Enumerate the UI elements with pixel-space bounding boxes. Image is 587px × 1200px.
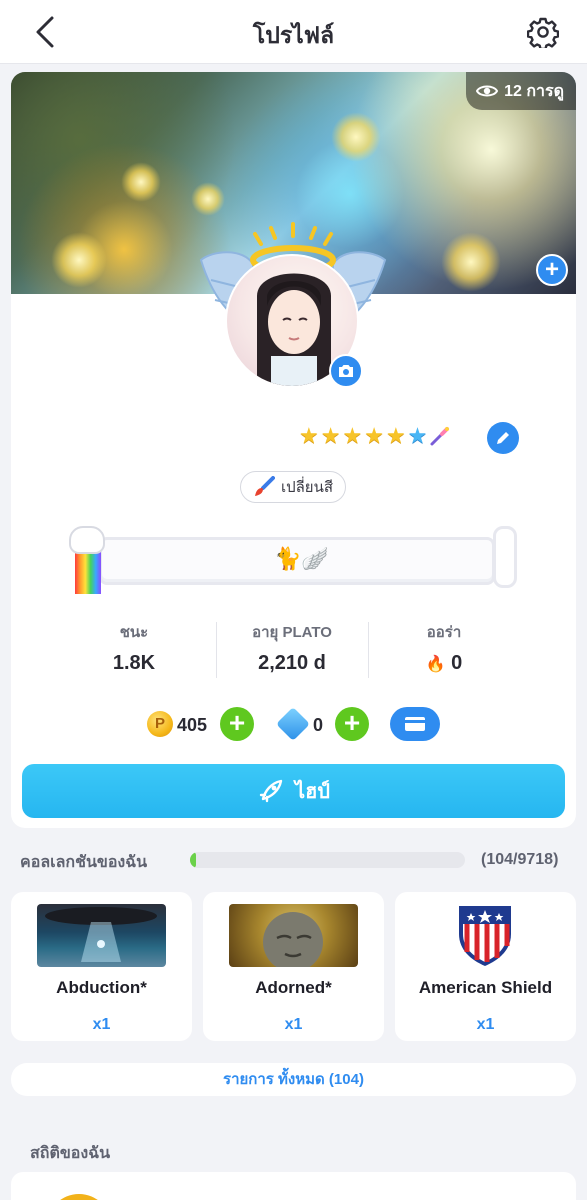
collection-title: คอลเลกชันของฉัน <box>20 854 148 871</box>
card-image-american-shield <box>459 906 511 966</box>
hype-label: ไฮป์ <box>295 781 330 803</box>
stat-label: อายุ PLATO <box>252 624 332 641</box>
rating-stars: ★ ★ ★ ★ ★ ★ <box>299 424 451 448</box>
collection-count: (104/9718) <box>481 851 559 868</box>
my-stats-card <box>11 1172 576 1200</box>
card-name: Adorned* <box>255 978 332 997</box>
edit-profile-button[interactable] <box>487 422 519 454</box>
collection-progress-fill <box>190 852 196 868</box>
nameplate-end-cap <box>493 526 517 588</box>
card-name: American Shield <box>418 978 553 997</box>
profile-stats: ชนะ 1.8K อายุ PLATO 2,210 d ออร่า 🔥 0 <box>11 620 576 680</box>
rainbow-decoration <box>75 548 101 594</box>
stats-avatar <box>47 1194 111 1200</box>
profile-card: 12 การดู + ★ ★ ★ ★ ★ ★ เปลี่ยนสี 🐈🪽 ชนะ … <box>11 72 576 828</box>
stat-aura: ออร่า 🔥 0 <box>369 620 519 675</box>
stat-plato-age: อายุ PLATO 2,210 d <box>217 620 367 675</box>
star-icon: ★ <box>320 423 341 448</box>
pencil-icon <box>497 432 509 444</box>
star-icon: ★ <box>385 423 406 448</box>
add-banner-button[interactable]: + <box>536 254 568 286</box>
buy-gems-button[interactable]: + <box>335 707 369 741</box>
avatar-frame <box>193 220 393 400</box>
star-icon: ★ <box>407 423 428 448</box>
views-count: 12 การดู <box>504 82 564 100</box>
banner-light <box>441 232 501 292</box>
card-image-adorned <box>229 904 358 972</box>
collection-progress-bar <box>190 852 465 868</box>
coin-balance: 405 <box>177 715 208 735</box>
star-icon: ★ <box>364 423 384 448</box>
buy-coins-button[interactable]: + <box>220 707 254 741</box>
paintbrush-icon <box>254 476 275 496</box>
my-stats-title: สถิติของฉัน <box>30 1145 111 1162</box>
card-quantity: x1 <box>92 1016 111 1033</box>
settings-button[interactable] <box>526 16 560 51</box>
wand-icon <box>430 427 450 446</box>
change-avatar-button[interactable] <box>329 354 363 388</box>
nameplate[interactable]: 🐈🪽 <box>69 522 519 598</box>
star-icon: ★ <box>299 423 319 448</box>
card-image-abduction <box>37 904 166 967</box>
banner-light <box>331 112 381 162</box>
nyan-cat-icon <box>69 526 105 554</box>
stat-label: ชนะ <box>119 624 149 641</box>
card-name: Abduction* <box>56 978 147 997</box>
page-title: โปรไฟล์ <box>252 22 335 48</box>
gem-icon <box>276 707 310 741</box>
coin-icon: P <box>147 711 173 737</box>
stat-value: 0 <box>451 652 463 674</box>
card-quantity: x1 <box>284 1016 303 1033</box>
gem-balance: 0 <box>313 715 324 735</box>
card-quantity: x1 <box>476 1016 495 1033</box>
stat-value-row: 🔥 0 <box>369 652 519 675</box>
camera-icon <box>339 365 353 377</box>
collection-card[interactable]: Adorned* x1 <box>203 892 384 1041</box>
rocket-icon <box>259 779 283 803</box>
change-color-button[interactable]: เปลี่ยนสี <box>240 471 346 503</box>
banner-light <box>51 232 107 288</box>
stat-value: 1.8K <box>112 652 156 674</box>
flame-icon: 🔥 <box>425 656 446 673</box>
star-icon: ★ <box>342 423 363 448</box>
gear-icon <box>526 17 560 51</box>
eye-icon <box>476 85 499 97</box>
collection-card[interactable]: American Shield x1 <box>395 892 576 1041</box>
change-color-label: เปลี่ยนสี <box>280 479 334 496</box>
collection-card[interactable]: Abduction* x1 <box>11 892 192 1041</box>
stat-label: ออร่า <box>426 624 462 641</box>
top-bar: โปรไฟล์ <box>0 0 587 64</box>
banner-light <box>121 162 161 202</box>
wallet-icon <box>405 717 425 731</box>
hype-button[interactable]: ไฮป์ <box>22 764 565 818</box>
currency-row: P 405 + 0 + <box>11 707 576 743</box>
banner-light <box>191 182 225 216</box>
views-badge: 12 การดู <box>466 72 576 110</box>
wallet-button[interactable] <box>390 707 440 741</box>
stat-wins: ชนะ 1.8K <box>59 620 209 675</box>
stat-value: 2,210 d <box>258 652 326 674</box>
cat-wing-icon: 🐈🪽 <box>274 546 329 571</box>
view-all-collection-button[interactable]: รายการ ทั้งหมด (104) <box>11 1063 576 1096</box>
